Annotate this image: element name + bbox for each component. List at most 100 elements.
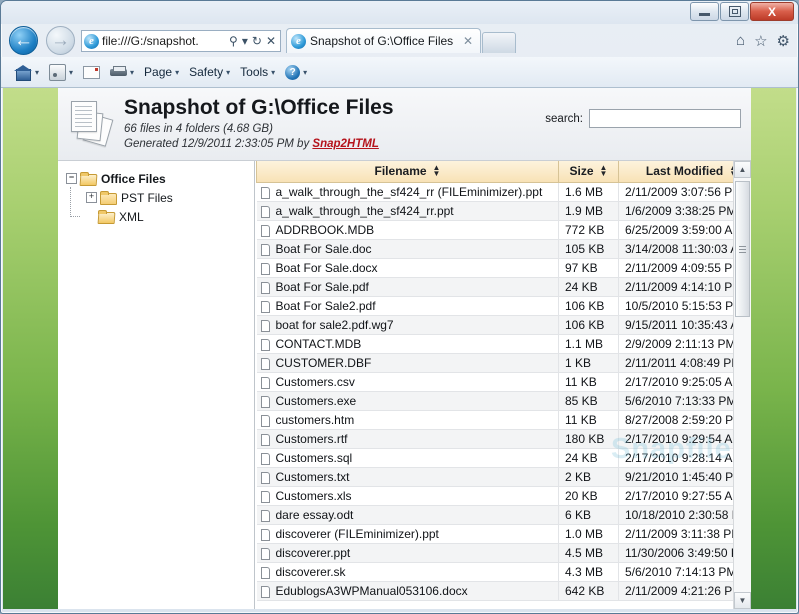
feeds-button[interactable]: ▾ xyxy=(45,62,77,83)
table-row[interactable]: Boat For Sale.doc 105 KB 3/14/2008 11:30:0… xyxy=(256,239,751,259)
print-button[interactable]: ▾ xyxy=(106,64,138,81)
vertical-scrollbar[interactable]: ▲ ▼ xyxy=(733,161,751,609)
chevron-down-icon[interactable]: ▾ xyxy=(130,68,134,77)
table-row[interactable]: Boat For Sale.pdf 24 KB 2/11/2009 4:14:10 … xyxy=(256,277,751,297)
table-row[interactable]: Customers.txt 2 KB 9/21/2010 1:45:40 PM xyxy=(256,467,751,487)
tab-title: Snapshot of G:\Office Files xyxy=(310,34,454,48)
table-row[interactable]: Customers.rtf 180 KB 2/17/2010 9:29:54 AM xyxy=(256,429,751,449)
table-row[interactable]: Boat For Sale.docx 97 KB 2/11/2009 4:09:55… xyxy=(256,258,751,278)
tree-node-xml[interactable]: XML xyxy=(64,207,254,226)
cell-last-modified: 9/15/2011 10:35:43 AM xyxy=(618,315,751,335)
cell-last-modified: 2/11/2009 3:11:38 PM xyxy=(618,524,751,544)
new-tab-button[interactable] xyxy=(482,32,516,53)
folder-open-icon xyxy=(98,210,114,223)
table-row[interactable]: boat for sale2.pdf.wg7 106 KB 9/15/2011 10… xyxy=(256,315,751,335)
scroll-down-button[interactable]: ▼ xyxy=(734,592,751,609)
cell-filename: CONTACT.MDB xyxy=(256,334,559,354)
table-row[interactable]: Customers.sql 24 KB 2/17/2010 9:28:14 AM xyxy=(256,448,751,468)
navigation-bar: ← → e file:///G:/snapshot. ⚲ ▾ ↻ ✕ e Sna… xyxy=(1,24,798,57)
filename-text: EdublogsA3WPManual053106.docx xyxy=(275,583,468,598)
file-icon xyxy=(260,566,270,579)
document-header: Snapshot of G:\Office Files 66 files in … xyxy=(58,88,751,161)
printer-icon xyxy=(110,65,128,79)
close-icon: X xyxy=(767,4,776,19)
cell-size: 1.9 MB xyxy=(558,201,619,221)
tree-node-pst-files[interactable]: + PST Files xyxy=(64,188,254,207)
tree-node-office-files[interactable]: − Office Files xyxy=(64,169,254,188)
browser-tab[interactable]: e Snapshot of G:\Office Files ✕ xyxy=(286,28,481,53)
table-row[interactable]: Customers.csv 11 KB 2/17/2010 9:25:05 AM xyxy=(256,372,751,392)
help-menu[interactable]: ? ▾ xyxy=(281,63,311,82)
search-input[interactable] xyxy=(589,109,741,128)
table-row[interactable]: dare essay.odt 6 KB 10/18/2010 2:30:58 PM xyxy=(256,505,751,525)
table-row[interactable]: Customers.xls 20 KB 2/17/2010 9:27:55 AM xyxy=(256,486,751,506)
column-header-last-modified[interactable]: Last Modified ▲▼ xyxy=(618,161,751,183)
expand-icon[interactable]: + xyxy=(86,192,97,203)
filename-text: Customers.exe xyxy=(275,393,357,408)
tab-close-icon[interactable]: ✕ xyxy=(460,34,476,48)
collapse-icon[interactable]: − xyxy=(66,173,77,184)
cell-last-modified: 8/27/2008 2:59:20 PM xyxy=(618,410,751,430)
page-menu[interactable]: Page ▾ xyxy=(140,63,183,81)
gear-icon[interactable]: ⚙ xyxy=(777,32,790,50)
table-row[interactable]: discoverer.sk 4.3 MB 5/6/2010 7:14:13 PM xyxy=(256,562,751,582)
mail-button[interactable] xyxy=(79,64,104,81)
content-split: − Office Files + PST Files XML Snapfiles… xyxy=(58,161,751,609)
table-row[interactable]: ADDRBOOK.MDB 772 KB 6/25/2009 3:59:00 AM xyxy=(256,220,751,240)
scrollbar-thumb[interactable] xyxy=(735,181,750,317)
table-row[interactable]: a_walk_through_the_sf424_rr.ppt 1.9 MB 1/6… xyxy=(256,201,751,221)
refresh-icon[interactable]: ↻ xyxy=(250,34,264,48)
filename-text: dare essay.odt xyxy=(275,507,354,522)
window-controls: X xyxy=(690,2,794,21)
filename-text: Customers.xls xyxy=(275,488,352,503)
address-bar[interactable]: e file:///G:/snapshot. ⚲ ▾ ↻ ✕ xyxy=(81,30,281,52)
close-button[interactable]: X xyxy=(750,2,794,21)
column-header-size[interactable]: Size ▲ ▼ xyxy=(558,161,619,183)
filename-text: discoverer.sk xyxy=(275,564,346,579)
back-button[interactable]: ← xyxy=(9,26,38,55)
file-icon xyxy=(260,205,270,218)
browser-window: X ← → e file:///G:/snapshot. ⚲ ▾ ↻ ✕ e S… xyxy=(0,0,799,614)
tools-menu[interactable]: Tools ▾ xyxy=(236,63,279,81)
cell-size: 642 KB xyxy=(558,581,619,601)
forward-button[interactable]: → xyxy=(46,26,75,55)
cell-size: 85 KB xyxy=(558,391,619,411)
chevron-down-icon[interactable]: ▾ xyxy=(69,68,73,77)
sort-icon[interactable]: ▲▼ xyxy=(600,164,608,178)
column-header-filename[interactable]: Filename ▲ ▼ xyxy=(256,161,559,183)
leaf-spacer-icon xyxy=(86,212,95,221)
snap2html-link[interactable]: Snap2HTML xyxy=(312,138,378,150)
maximize-button[interactable] xyxy=(720,2,749,21)
search-icon[interactable]: ⚲ xyxy=(227,34,240,48)
table-row[interactable]: Boat For Sale2.pdf 106 KB 10/5/2010 5:15:5… xyxy=(256,296,751,316)
chevron-down-icon[interactable]: ▾ xyxy=(35,68,39,77)
table-row[interactable]: Customers.exe 85 KB 5/6/2010 7:13:33 PM xyxy=(256,391,751,411)
table-row[interactable]: CUSTOMER.DBF 1 KB 2/11/2011 4:08:49 PM xyxy=(256,353,751,373)
sort-icon[interactable]: ▲▼ xyxy=(433,164,441,178)
table-row[interactable]: customers.htm 11 KB 8/27/2008 2:59:20 PM xyxy=(256,410,751,430)
file-icon xyxy=(260,357,270,370)
cell-size: 24 KB xyxy=(558,277,619,297)
cell-size: 105 KB xyxy=(558,239,619,259)
table-row[interactable]: discoverer.ppt 4.5 MB 11/30/2006 3:49:50 P… xyxy=(256,543,751,563)
address-input[interactable]: file:///G:/snapshot. xyxy=(102,34,227,48)
scroll-up-button[interactable]: ▲ xyxy=(734,161,751,178)
table-row[interactable]: EdublogsA3WPManual053106.docx 642 KB 2/11/… xyxy=(256,581,751,601)
table-row[interactable]: discoverer (FILEminimizer).ppt 1.0 MB 2/11… xyxy=(256,524,751,544)
minimize-button[interactable] xyxy=(690,2,719,21)
stop-icon[interactable]: ✕ xyxy=(264,34,278,48)
home-icon[interactable]: ⌂ xyxy=(736,32,745,50)
generated-text: Generated 12/9/2011 2:33:05 PM by xyxy=(124,138,313,150)
safety-menu[interactable]: Safety ▾ xyxy=(185,63,234,81)
filename-text: customers.htm xyxy=(275,412,355,427)
home-button[interactable]: ▾ xyxy=(11,63,43,82)
page-canvas: Snapshot of G:\Office Files 66 files in … xyxy=(3,88,796,609)
cell-filename: discoverer (FILEminimizer).ppt xyxy=(256,524,559,544)
column-label: Size xyxy=(569,164,594,179)
cell-filename: Customers.csv xyxy=(256,372,559,392)
table-row[interactable]: CONTACT.MDB 1.1 MB 2/9/2009 2:11:13 PM xyxy=(256,334,751,354)
chevron-down-icon[interactable]: ▾ xyxy=(240,34,250,48)
cell-filename: Boat For Sale.docx xyxy=(256,258,559,278)
favorites-star-icon[interactable]: ☆ xyxy=(754,32,767,50)
table-row[interactable]: a_walk_through_the_sf424_rr (FILEminimiz… xyxy=(256,182,751,202)
